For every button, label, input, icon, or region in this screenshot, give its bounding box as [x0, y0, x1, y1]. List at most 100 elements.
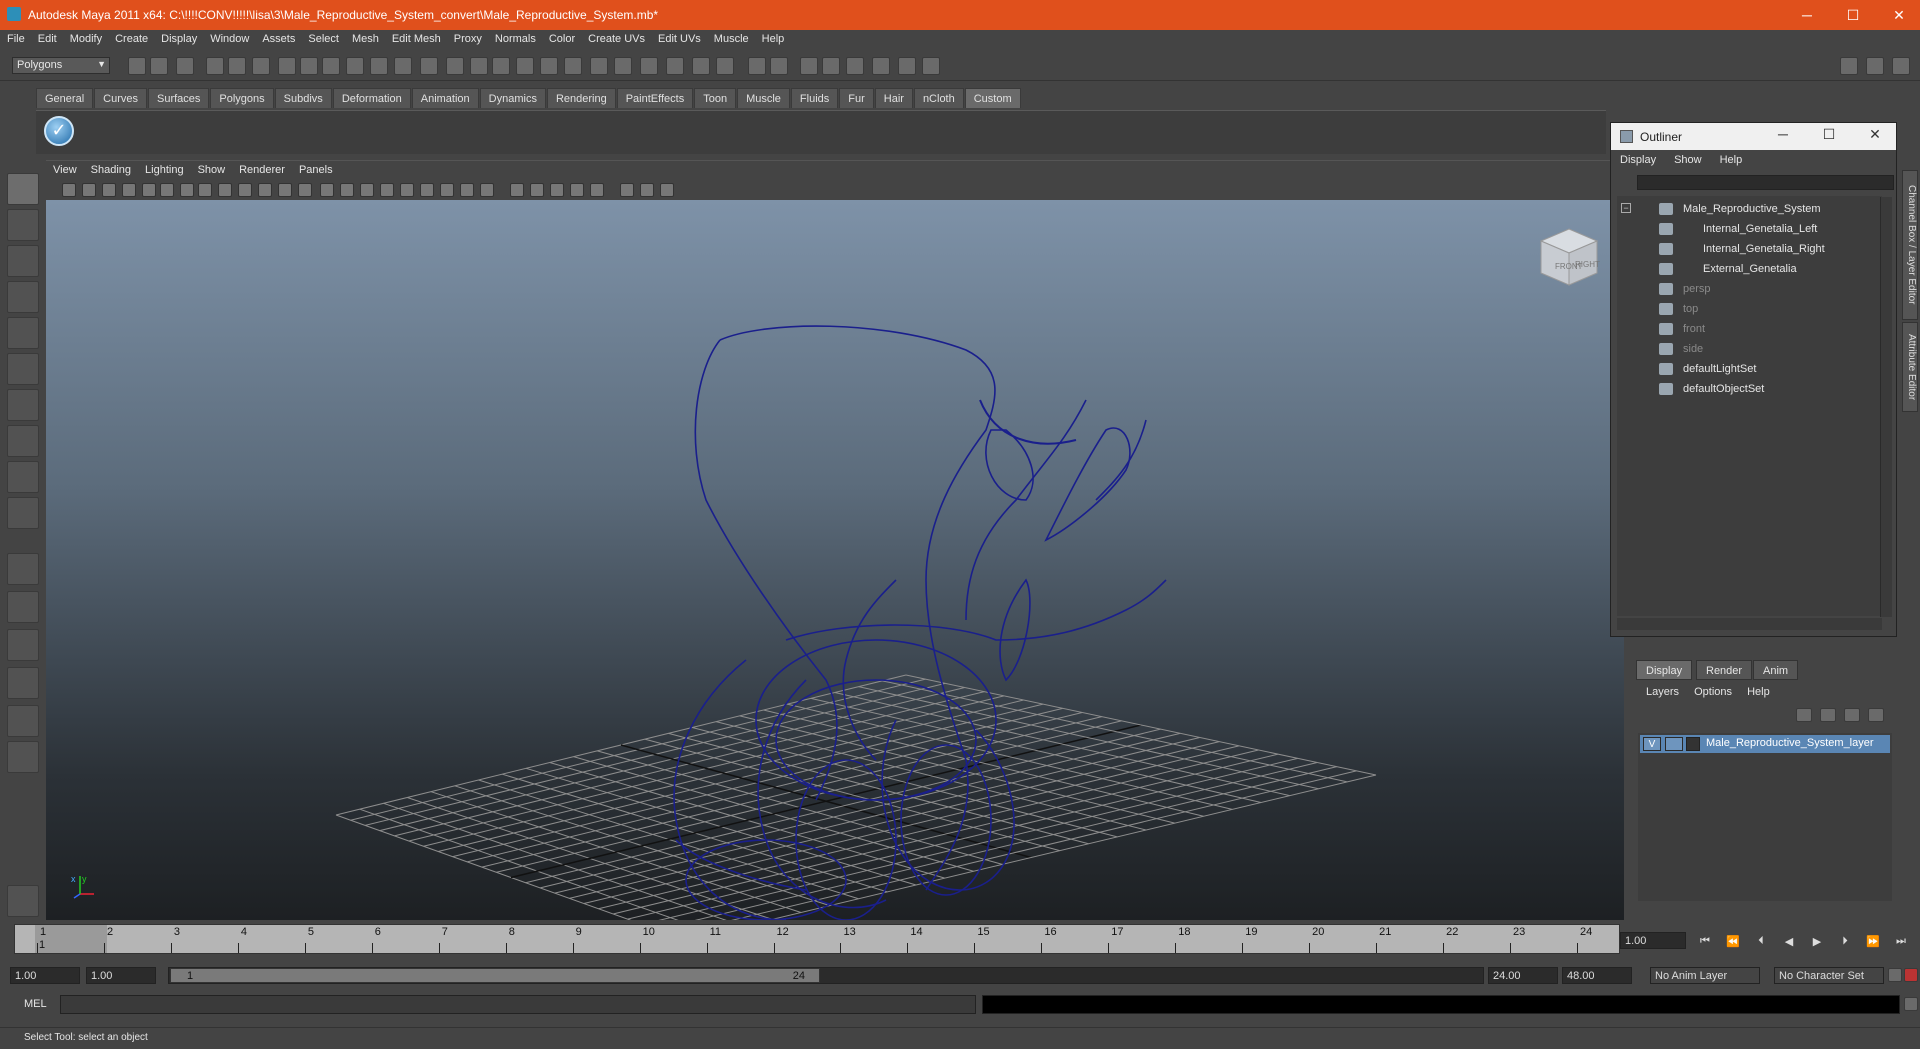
status-line-tool-icon[interactable] — [716, 57, 734, 75]
select-tool-icon[interactable] — [7, 173, 39, 205]
go-to-end-icon[interactable]: ⏭ — [1894, 935, 1908, 949]
outliner-item[interactable]: Male_Reproductive_System — [1617, 200, 1877, 218]
status-line-tool-icon[interactable] — [748, 57, 766, 75]
viewport-toolbar-icon[interactable] — [460, 183, 474, 197]
shelf-tab-rendering[interactable]: Rendering — [546, 88, 616, 108]
attribute-editor-tab[interactable]: Attribute Editor — [1902, 322, 1918, 412]
menu-assets[interactable]: Assets — [255, 30, 301, 45]
outliner-item[interactable]: Internal_Genetalia_Right — [1617, 240, 1877, 258]
status-line-tool-icon[interactable] — [394, 57, 412, 75]
viewport-toolbar-icon[interactable] — [360, 183, 374, 197]
viewport-menu-view[interactable]: View — [46, 161, 84, 176]
status-line-tool-icon[interactable] — [540, 57, 558, 75]
outliner-item[interactable]: persp — [1617, 280, 1877, 298]
status-line-tool-icon[interactable] — [420, 57, 438, 75]
status-line-tool-icon[interactable] — [922, 57, 940, 75]
viewport-toolbar-icon[interactable] — [440, 183, 454, 197]
viewport-menu-shading[interactable]: Shading — [84, 161, 138, 176]
outliner-layout-icon[interactable] — [7, 629, 39, 661]
layer-options-icon[interactable] — [1844, 708, 1860, 722]
viewport-toolbar-icon[interactable] — [82, 183, 96, 197]
shelf-tab-dynamics[interactable]: Dynamics — [479, 88, 546, 108]
outliner-title-bar[interactable]: Outliner ─ ☐ ✕ — [1611, 123, 1896, 150]
script-editor-icon[interactable] — [1904, 997, 1918, 1011]
viewport-toolbar-icon[interactable] — [660, 183, 674, 197]
viewport-toolbar-icon[interactable] — [480, 183, 494, 197]
status-line-tool-icon[interactable] — [692, 57, 710, 75]
outliner-menu-show[interactable]: Show — [1665, 150, 1711, 166]
step-back-key-icon[interactable]: ⏴ — [1754, 935, 1768, 949]
status-line-tool-icon[interactable] — [770, 57, 788, 75]
outliner-vertical-scrollbar[interactable] — [1880, 197, 1892, 617]
panel-toggle-icon[interactable] — [1840, 57, 1858, 75]
viewport-toolbar-icon[interactable] — [510, 183, 524, 197]
shelf-tab-curves[interactable]: Curves — [94, 88, 147, 108]
hypershade-layout-icon[interactable] — [7, 705, 39, 737]
viewport-toolbar-icon[interactable] — [380, 183, 394, 197]
shelf-tab-ncloth[interactable]: nCloth — [913, 88, 964, 108]
collapse-toggle-icon[interactable]: − — [1621, 203, 1631, 213]
paint-select-tool-icon[interactable] — [7, 245, 39, 277]
outliner-menu-help[interactable]: Help — [1711, 150, 1752, 166]
status-line-tool-icon[interactable] — [206, 57, 224, 75]
shelf-tab-deformation[interactable]: Deformation — [332, 88, 411, 108]
outliner-minimize-button[interactable]: ─ — [1761, 126, 1805, 146]
shelf-tab-subdivs[interactable]: Subdivs — [274, 88, 332, 108]
status-line-tool-icon[interactable] — [898, 57, 916, 75]
menu-modify[interactable]: Modify — [63, 30, 108, 45]
viewport-toolbar-icon[interactable] — [62, 183, 76, 197]
viewport-toolbar-icon[interactable] — [258, 183, 272, 197]
manipulator-tool-icon[interactable] — [7, 389, 39, 421]
viewport-toolbar-icon[interactable] — [102, 183, 116, 197]
viewport-toolbar-icon[interactable] — [298, 183, 312, 197]
status-line-tool-icon[interactable] — [150, 57, 168, 75]
new-layer-icon[interactable] — [1796, 708, 1812, 722]
status-line-tool-icon[interactable] — [822, 57, 840, 75]
viewport-toolbar-icon[interactable] — [420, 183, 434, 197]
outliner-item[interactable]: defaultObjectSet — [1617, 380, 1877, 398]
viewport-toolbar-icon[interactable] — [530, 183, 544, 197]
graph-layout-icon[interactable] — [7, 667, 39, 699]
outliner-item[interactable]: top — [1617, 300, 1877, 318]
viewport-toolbar-icon[interactable] — [160, 183, 174, 197]
go-to-start-icon[interactable]: ⏮ — [1698, 935, 1712, 949]
viewport-toolbar-icon[interactable] — [198, 183, 212, 197]
menu-proxy[interactable]: Proxy — [447, 30, 488, 45]
viewport-toolbar-icon[interactable] — [640, 183, 654, 197]
menu-edit-uvs[interactable]: Edit UVs — [651, 30, 707, 45]
shelf-tab-muscle[interactable]: Muscle — [737, 88, 790, 108]
playback-end-field[interactable]: 24.00 — [1488, 967, 1558, 984]
maximize-button[interactable]: ☐ — [1830, 0, 1876, 30]
layer-sort-icon[interactable] — [1868, 708, 1884, 722]
viewport-toolbar-icon[interactable] — [340, 183, 354, 197]
step-forward-frame-icon[interactable]: ⏩ — [1866, 935, 1880, 949]
layers-menu[interactable]: Layers — [1640, 686, 1685, 698]
status-line-tool-icon[interactable] — [640, 57, 658, 75]
preferences-icon[interactable] — [1904, 968, 1918, 982]
step-back-frame-icon[interactable]: ⏪ — [1726, 935, 1740, 949]
menu-help[interactable]: Help — [755, 30, 791, 45]
range-slider-handle[interactable]: 1 24 — [170, 968, 820, 983]
channel-box-tab[interactable]: Channel Box / Layer Editor — [1902, 170, 1918, 320]
shelf-tab-general[interactable]: General — [36, 88, 94, 108]
viewport-menu-renderer[interactable]: Renderer — [232, 161, 292, 176]
shelf-tab-toon[interactable]: Toon — [694, 88, 737, 108]
time-slider[interactable]: 1 1 2 3 4 5 6 7 8 9 10 11 12 13 14 15 16 17 18 19 20 21 22 23 24 — [14, 924, 1620, 954]
status-line-tool-icon[interactable] — [564, 57, 582, 75]
options-menu[interactable]: Options — [1688, 686, 1738, 698]
outliner-item[interactable]: side — [1617, 340, 1877, 358]
menu-create-uvs[interactable]: Create UVs — [581, 30, 651, 45]
menu-normals[interactable]: Normals — [488, 30, 542, 45]
menu-color[interactable]: Color — [542, 30, 581, 45]
tab-anim[interactable]: Anim — [1753, 660, 1799, 680]
outliner-filter-input[interactable] — [1637, 175, 1894, 190]
character-set-selector[interactable]: No Character Set — [1774, 967, 1884, 984]
menu-edit[interactable]: Edit — [31, 30, 63, 45]
outliner-maximize-button[interactable]: ☐ — [1807, 126, 1851, 146]
outliner-horizontal-scrollbar[interactable] — [1617, 618, 1882, 630]
outliner-menu-display[interactable]: Display — [1611, 150, 1665, 166]
soft-mod-tool-icon[interactable] — [7, 425, 39, 457]
scale-tool-icon[interactable] — [7, 353, 39, 385]
viewport-menu-lighting[interactable]: Lighting — [138, 161, 191, 176]
viewport-toolbar-icon[interactable] — [620, 183, 634, 197]
